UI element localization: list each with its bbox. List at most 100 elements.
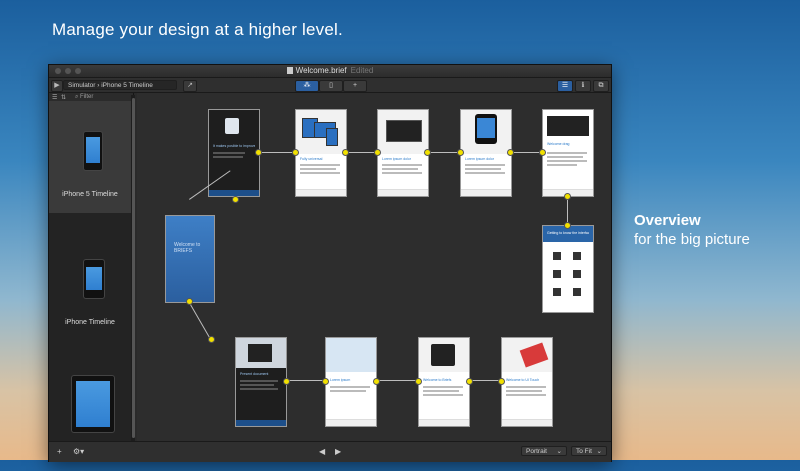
transition-connector: [345, 152, 377, 153]
connection-handle[interactable]: [507, 149, 514, 156]
share-icon: ↗: [187, 82, 193, 89]
connection-handle[interactable]: [292, 149, 299, 156]
iphone-icon: [83, 259, 105, 299]
connection-handle[interactable]: [208, 336, 215, 343]
sort-icon[interactable]: ⇅: [61, 94, 66, 101]
connection-handle[interactable]: [498, 378, 505, 385]
device-view-button[interactable]: ▯: [319, 80, 343, 92]
headline: Manage your design at a higher level.: [52, 20, 343, 39]
app-window: Welcome.brief Edited ▶ Simulator › iPhone…: [48, 64, 612, 462]
transition-connector: [375, 380, 418, 381]
transition-connector: [427, 152, 460, 153]
filter-placeholder: Filter: [80, 94, 94, 100]
prev-icon: ◀: [319, 447, 326, 456]
document-icon: [286, 67, 293, 74]
connection-handle[interactable]: [232, 196, 239, 203]
sidebar-scroll-thumb[interactable]: [132, 98, 135, 438]
sidebar-item-iphone-timeline[interactable]: iPhone Timeline: [49, 227, 131, 339]
scene-thumbnail[interactable]: Lorem ipsum dolor: [377, 109, 429, 197]
connection-handle[interactable]: [466, 378, 473, 385]
splash-title: Welcome to BRIEFS: [174, 242, 201, 254]
connection-handle[interactable]: [564, 193, 571, 200]
scene-thumbnail[interactable]: Lorem ipsum: [325, 337, 377, 427]
overview-subtitle: for the big picture: [634, 231, 750, 248]
info-button[interactable]: ℹ: [575, 80, 591, 92]
scene-title: It makes posible to improve ...: [213, 144, 255, 148]
connection-handle[interactable]: [255, 149, 262, 156]
connection-handle[interactable]: [186, 298, 193, 305]
scene-thumbnail[interactable]: Present document: [235, 337, 287, 427]
orientation-select[interactable]: Portrait ⌄: [521, 446, 567, 456]
breadcrumb[interactable]: Simulator › iPhone 5 Timeline: [63, 80, 177, 90]
storyboard-icon: ⁂: [303, 82, 311, 89]
connection-handle[interactable]: [283, 378, 290, 385]
scene-title: Present document: [240, 372, 269, 376]
bottom-bar: + ⚙▾ ◀ ▶ Portrait ⌄ To Fit ⌄: [49, 441, 611, 462]
ipad-icon: [71, 375, 115, 433]
next-icon: ▶: [335, 447, 342, 456]
storyboard-view-button[interactable]: ⁂: [295, 80, 319, 92]
list-mode-icon[interactable]: ☰: [52, 94, 57, 101]
document-name: Welcome.brief: [295, 66, 347, 75]
scene-title: Welcome drag: [547, 142, 570, 146]
scene-thumbnail[interactable]: Welcome to Briefs: [418, 337, 470, 427]
toolbar: ▶ Simulator › iPhone 5 Timeline ↗ ⁂ ▯ + …: [49, 78, 611, 93]
add-icon: +: [352, 82, 358, 89]
connection-handle[interactable]: [373, 378, 380, 385]
zoom-value: To Fit: [576, 448, 592, 455]
add-view-button[interactable]: +: [343, 80, 367, 92]
device-icon: ▯: [329, 82, 333, 89]
sidebar-item-label: iPhone 5 Timeline: [62, 191, 118, 198]
connection-handle[interactable]: [322, 378, 329, 385]
scene-thumbnail[interactable]: Welcome drag: [542, 109, 594, 197]
connection-handle[interactable]: [539, 149, 546, 156]
connection-handle[interactable]: [457, 149, 464, 156]
scene-thumbnail[interactable]: Lorem ipsum dolor: [460, 109, 512, 197]
previous-button[interactable]: ◀: [319, 447, 325, 456]
scene-thumbnail[interactable]: It makes posible to improve ...: [208, 109, 260, 197]
filter-input[interactable]: ⌕ Filter: [75, 94, 93, 101]
scene-thumbnail[interactable]: Fully universal: [295, 109, 347, 197]
info-icon: ℹ: [581, 82, 585, 89]
transition-connector: [285, 380, 325, 381]
scene-title: Lorem ipsum: [330, 378, 351, 382]
export-icon: ⧉: [598, 82, 604, 89]
scene-title: Getting to know the interface: [547, 231, 589, 235]
connection-handle[interactable]: [424, 149, 431, 156]
overview-callout: Overview for the big picture: [634, 212, 750, 248]
add-button[interactable]: +: [57, 447, 62, 456]
connection-handle[interactable]: [415, 378, 422, 385]
scene-thumbnail[interactable]: Welcome to UI Touch: [501, 337, 553, 427]
iphone5-icon: [83, 131, 103, 171]
scene-thumbnail[interactable]: Getting to know the interface: [542, 225, 594, 313]
connection-handle[interactable]: [342, 149, 349, 156]
settings-menu-button[interactable]: ⚙▾: [73, 447, 84, 456]
scene-title: Fully universal: [300, 157, 323, 161]
chevron-down-icon: ⌄: [556, 448, 562, 455]
sidebar-item-iphone5-timeline[interactable]: iPhone 5 Timeline: [49, 101, 131, 213]
zoom-select[interactable]: To Fit ⌄: [571, 446, 607, 456]
sidebar: ☰ ⇅ ⌕ Filter iPhone 5 Timeline iPhone Ti…: [49, 93, 134, 441]
chevron-down-icon: ⌄: [596, 448, 602, 455]
sidebar-item-label: iPhone Timeline: [65, 319, 115, 326]
list-icon: ☰: [561, 82, 569, 89]
scene-title: Welcome to UI Touch: [506, 378, 540, 382]
gear-icon: ⚙▾: [73, 447, 85, 456]
splash-scene-thumbnail[interactable]: Welcome to BRIEFS: [165, 215, 215, 303]
play-button[interactable]: ▶: [51, 80, 63, 92]
scene-title: Lorem ipsum dolor: [382, 157, 411, 161]
orientation-value: Portrait: [526, 448, 547, 455]
connection-handle[interactable]: [374, 149, 381, 156]
export-button[interactable]: ⧉: [593, 80, 609, 92]
share-button[interactable]: ↗: [183, 80, 197, 92]
add-icon: +: [57, 447, 62, 456]
scene-title: Welcome to Briefs: [423, 378, 452, 382]
transition-connector: [188, 301, 211, 340]
next-button[interactable]: ▶: [335, 447, 341, 456]
connection-handle[interactable]: [564, 222, 571, 229]
overview-title: Overview: [634, 212, 701, 229]
edited-status: Edited: [350, 66, 374, 75]
storyboard-canvas[interactable]: It makes posible to improve ... Fully un…: [137, 93, 611, 441]
transition-connector: [258, 152, 295, 153]
list-button[interactable]: ☰: [557, 80, 573, 92]
